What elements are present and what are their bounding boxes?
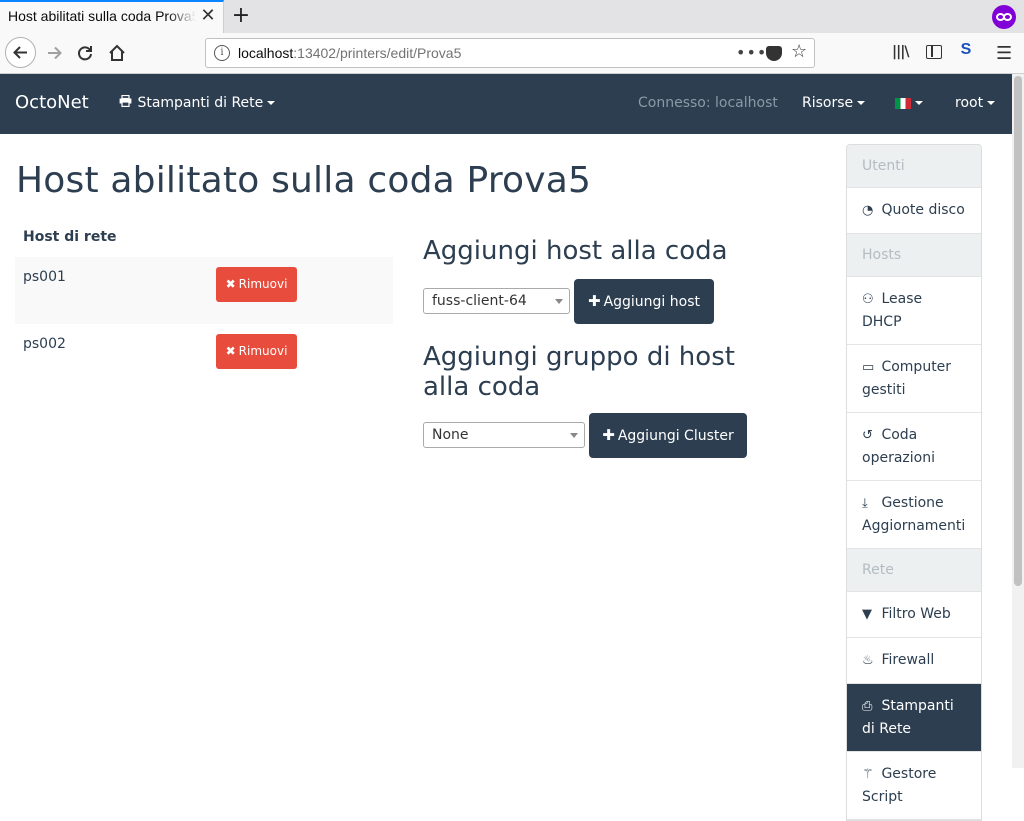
new-tab-icon[interactable]: +	[228, 2, 254, 30]
table-row: ps002 ✖ Rimuovi	[15, 324, 393, 391]
add-host-button[interactable]: ✚ Aggiungi host	[574, 279, 714, 324]
remove-host-button[interactable]: ✖ Rimuovi	[216, 267, 297, 302]
sidebar-item-label: Firewall	[881, 652, 935, 668]
plus-icon: ✚	[602, 426, 615, 444]
chevron-down-icon	[570, 433, 578, 438]
connection-status: Connesso: localhost	[638, 95, 778, 111]
sidebar-item-dhcp-lease[interactable]: ⚇ Lease DHCP	[847, 277, 981, 345]
sidebar-item-web-filter[interactable]: ▼ Filtro Web	[847, 592, 981, 638]
sidebar-item-operations-queue[interactable]: ↺ Coda operazioni	[847, 413, 981, 481]
bookmark-star-icon[interactable]: ☆	[791, 41, 807, 62]
sidebar-item-managed-computers[interactable]: ▭ Computer gestiti	[847, 345, 981, 413]
url-text[interactable]: localhost:13402/printers/edit/Prova5	[238, 45, 461, 61]
add-cluster-button[interactable]: ✚ Aggiungi Cluster	[589, 413, 747, 458]
download-icon: ⤓	[862, 496, 868, 511]
hamburger-menu-icon[interactable]: ☰	[996, 43, 1012, 64]
remove-label: Rimuovi	[238, 277, 288, 291]
tab-close-icon[interactable]: ✕	[198, 5, 218, 27]
host-select[interactable]: fuss-client-64	[423, 288, 570, 314]
pie-chart-icon: ◔	[862, 203, 874, 218]
add-host-heading: Aggiungi host alla coda	[423, 236, 728, 266]
add-cluster-label: Aggiungi Cluster	[617, 428, 734, 444]
scrollbar-thumb[interactable]	[1014, 76, 1022, 586]
times-icon: ✖	[225, 344, 236, 358]
url-path: :13402/printers/edit/Prova5	[293, 45, 462, 61]
printers-dropdown-label: Stampanti di Rete	[137, 95, 264, 111]
fire-icon: ♨	[862, 653, 874, 668]
sidebar-item-script-manager[interactable]: ⚚ Gestore Script	[847, 752, 981, 820]
page-title: Host abilitato sulla coda Prova5	[16, 160, 592, 201]
history-icon: ↺	[862, 428, 873, 443]
add-host-group-heading: Aggiungi gruppo di host alla coda	[423, 342, 735, 402]
sidebar-item-label: Gestione Aggiornamenti	[862, 495, 966, 534]
sidebar-item-firewall[interactable]: ♨ Firewall	[847, 638, 981, 684]
extension-s-icon[interactable]: S	[957, 41, 975, 61]
times-icon: ✖	[225, 277, 236, 291]
host-select-value: fuss-client-64	[432, 293, 527, 309]
brand-link[interactable]: OctoNet	[15, 92, 89, 113]
host-name: ps001	[23, 269, 66, 285]
sidebar-item-disk-quotas[interactable]: ◔ Quote disco	[847, 188, 981, 234]
italian-flag-icon	[895, 97, 911, 109]
add-host-label: Aggiungi host	[603, 294, 700, 310]
cluster-select[interactable]: None	[423, 422, 585, 448]
chevron-down-icon	[987, 101, 996, 105]
library-icon[interactable]: |||\	[892, 44, 909, 60]
app-navbar: OctoNet Stampanti di Rete Connesso: loca…	[0, 74, 1012, 134]
user-dropdown-label: root	[955, 95, 984, 111]
sidebar-menu: Utenti ◔ Quote disco Hosts ⚇ Lease DHCP …	[846, 144, 982, 821]
browser-tab[interactable]: Host abilitati sulla coda Prova5 ✕	[0, 0, 224, 33]
sidebar-section-label: Utenti	[862, 158, 905, 174]
sidebar-section-label: Hosts	[862, 247, 902, 263]
url-bar[interactable]: i localhost:13402/printers/edit/Prova5 •…	[205, 38, 815, 68]
chevron-down-icon	[555, 299, 563, 304]
user-dropdown[interactable]: root	[955, 95, 996, 111]
browser-toolbar: i localhost:13402/printers/edit/Prova5 •…	[0, 33, 1024, 74]
page-scrollbar[interactable]	[1012, 74, 1024, 768]
resources-dropdown-label: Risorse	[802, 95, 854, 111]
handshake-icon: ⚇	[862, 292, 874, 307]
chevron-down-icon	[267, 101, 276, 105]
remove-label: Rimuovi	[238, 344, 288, 358]
sidebar-toggle-icon[interactable]	[926, 45, 942, 59]
chevron-down-icon	[857, 101, 866, 105]
remove-host-button[interactable]: ✖ Rimuovi	[216, 334, 297, 369]
url-host: localhost	[238, 45, 294, 61]
page-actions-more-icon[interactable]: •••	[736, 43, 767, 62]
sidebar-item-update-management[interactable]: ⤓ Gestione Aggiornamenti	[847, 481, 981, 549]
plus-icon: ✚	[587, 292, 601, 310]
cluster-select-value: None	[432, 427, 469, 443]
chevron-down-icon	[915, 101, 923, 105]
sidebar-section-network: Rete	[847, 549, 981, 592]
printer-icon: ⎙	[862, 699, 873, 714]
forward-arrow-icon[interactable]	[40, 38, 70, 68]
browser-tab-bar: Host abilitati sulla coda Prova5 ✕ +	[0, 0, 1024, 33]
sidebar-section-hosts: Hosts	[847, 234, 981, 277]
sidebar-item-label: Quote disco	[881, 202, 965, 218]
reload-icon[interactable]	[70, 38, 100, 68]
sidebar-section-label: Rete	[862, 562, 894, 578]
hosts-column-header: Host di rete	[23, 229, 117, 245]
magic-wand-icon: ⚚	[862, 767, 874, 782]
language-dropdown[interactable]	[895, 95, 923, 111]
sidebar-item-network-printers[interactable]: ⎙ Stampanti di Rete	[847, 684, 981, 752]
sidebar-section-users: Utenti	[847, 145, 981, 188]
host-name: ps002	[23, 336, 66, 352]
sidebar-item-label: Filtro Web	[881, 606, 951, 622]
private-browsing-mask-icon	[992, 5, 1016, 29]
printers-dropdown[interactable]: Stampanti di Rete	[119, 94, 276, 111]
filter-icon: ▼	[862, 607, 872, 622]
resources-dropdown[interactable]: Risorse	[802, 95, 866, 111]
back-arrow-icon[interactable]	[5, 37, 36, 68]
desktop-icon: ▭	[862, 360, 875, 375]
table-row: ps001 ✖ Rimuovi	[15, 257, 393, 324]
site-info-icon[interactable]: i	[214, 45, 230, 61]
pocket-icon[interactable]	[766, 46, 782, 61]
printer-icon	[119, 94, 133, 111]
tab-title: Host abilitati sulla coda Prova5	[8, 8, 196, 24]
home-icon[interactable]	[102, 38, 132, 68]
